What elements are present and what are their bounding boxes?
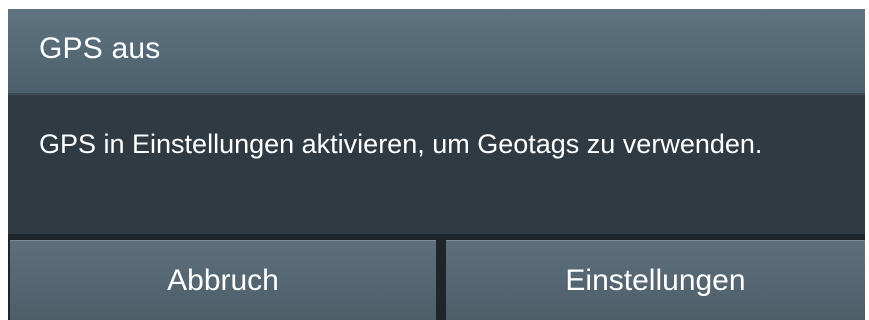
dialog-titlebar: GPS aus bbox=[8, 9, 865, 95]
dialog-button-bar: Abbruch Einstellungen bbox=[8, 234, 865, 320]
dialog-body: GPS in Einstellungen aktivieren, um Geot… bbox=[8, 95, 865, 234]
dialog-title: GPS aus bbox=[39, 32, 161, 65]
gps-dialog: GPS aus GPS in Einstellungen aktivieren,… bbox=[8, 9, 865, 320]
dialog-message: GPS in Einstellungen aktivieren, um Geot… bbox=[39, 129, 763, 159]
cancel-button[interactable]: Abbruch bbox=[10, 240, 436, 320]
settings-button[interactable]: Einstellungen bbox=[446, 240, 865, 320]
